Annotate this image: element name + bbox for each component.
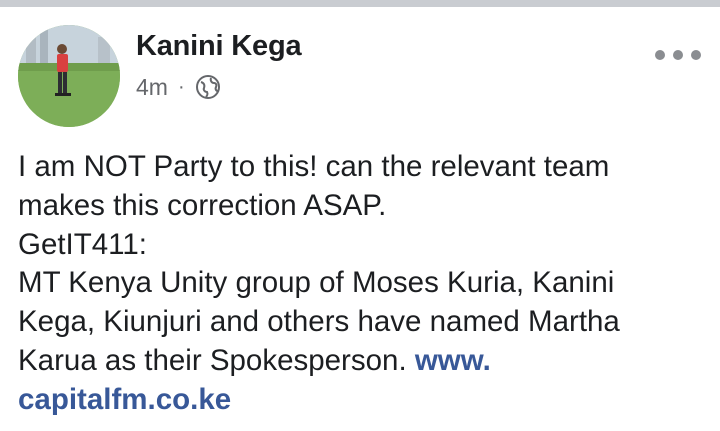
post-line: Karua as their Spokesperson. [18,343,415,377]
avatar-photo [18,25,120,127]
post-text: I am NOT Party to this! can the relevant… [18,148,708,420]
avatar[interactable] [18,25,120,127]
post-line: I am NOT Party to this! can the relevant… [18,150,610,183]
post-line: MT Kenya Unity group of Moses Kuria, Kan… [18,266,615,300]
meta-separator: · [177,76,185,98]
top-divider [0,0,720,7]
post-link-part: capitalfm.co.ke [18,382,232,416]
more-dot [691,50,701,60]
more-dot [655,50,665,60]
post-line: Kega, Kiunjuri and others have named Mar… [18,305,620,339]
post-meta: 4m · [136,72,221,102]
globe-icon[interactable] [195,74,221,100]
post-line: GetIT411: [18,227,147,261]
more-dot [673,50,683,60]
post-link-part: www. [414,343,491,377]
post-line: makes this correction ASAP. [18,188,387,222]
author-name[interactable]: Kanini Kega [136,30,302,63]
post-timestamp[interactable]: 4m [136,74,168,101]
more-options-icon[interactable] [655,40,701,70]
